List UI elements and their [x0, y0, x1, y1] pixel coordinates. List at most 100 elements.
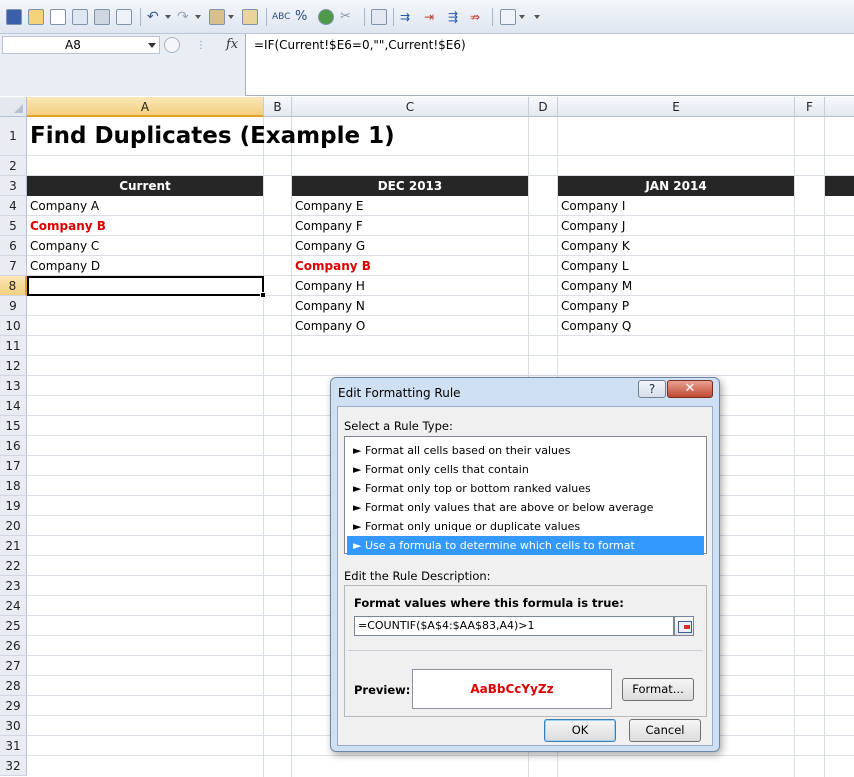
active-cell-a8[interactable] — [27, 276, 264, 296]
show-formulas-dropdown-icon[interactable] — [519, 9, 525, 25]
cell-a6[interactable]: Company C — [27, 236, 99, 256]
row-header[interactable]: 16 — [0, 436, 27, 456]
print-icon[interactable] — [94, 9, 110, 25]
customize-icon[interactable] — [534, 9, 540, 25]
row-header[interactable]: 31 — [0, 736, 27, 756]
row-header[interactable]: 27 — [0, 656, 27, 676]
cell-a7[interactable]: Company D — [27, 256, 100, 276]
row-header[interactable]: 15 — [0, 416, 27, 436]
column-header-b[interactable]: B — [264, 97, 292, 117]
cell-c4[interactable]: Company E — [292, 196, 363, 216]
new-icon[interactable] — [50, 9, 66, 25]
hyperlink-icon[interactable] — [318, 9, 334, 25]
row-header[interactable]: 29 — [0, 696, 27, 716]
formula-input[interactable]: =IF(Current!$E6=0,"",Current!$E6) — [254, 38, 466, 52]
cell-e4[interactable]: Company I — [558, 196, 625, 216]
row-header[interactable]: 18 — [0, 476, 27, 496]
redo-dropdown-icon[interactable] — [195, 9, 201, 25]
row-header[interactable]: 22 — [0, 556, 27, 576]
row-header[interactable]: 24 — [0, 596, 27, 616]
format-button[interactable]: Format... — [622, 678, 694, 701]
dialog-titlebar[interactable]: Edit Formatting Rule ? ✕ — [331, 378, 719, 406]
cell-c5[interactable]: Company F — [292, 216, 363, 236]
collapse-dialog-icon[interactable] — [674, 616, 694, 636]
cell-a4[interactable]: Company A — [27, 196, 99, 216]
row-header[interactable]: 17 — [0, 456, 27, 476]
row-header[interactable]: 11 — [0, 336, 27, 356]
save-icon[interactable] — [6, 9, 22, 25]
ok-button[interactable]: OK — [544, 719, 616, 742]
trace-precedents-icon[interactable]: ⇉ — [400, 9, 416, 25]
cell-e8[interactable]: Company M — [558, 276, 632, 296]
undo-dropdown-icon[interactable] — [165, 9, 171, 25]
find-icon[interactable] — [116, 9, 132, 25]
cell-e7[interactable]: Company L — [558, 256, 629, 276]
cell-c7-duplicate[interactable]: Company B — [292, 256, 371, 276]
cell-e6[interactable]: Company K — [558, 236, 630, 256]
column-header-c[interactable]: C — [292, 97, 529, 117]
column-header-g[interactable] — [825, 97, 854, 117]
percent-icon[interactable]: % — [295, 9, 311, 25]
remove-hyperlink-icon[interactable]: ✂ — [340, 9, 356, 25]
row-header[interactable]: 26 — [0, 636, 27, 656]
fill-handle[interactable] — [260, 292, 266, 298]
cell-c6[interactable]: Company G — [292, 236, 365, 256]
redo-icon[interactable]: ↷ — [177, 9, 193, 25]
row-header[interactable]: 28 — [0, 676, 27, 696]
trace-dependents-icon[interactable]: ⇶ — [448, 9, 464, 25]
copy-icon[interactable] — [242, 9, 258, 25]
formula-bar-resize-icon[interactable] — [164, 37, 180, 53]
column-header-d[interactable]: D — [529, 97, 558, 117]
rule-type-list[interactable]: ► Format all cells based on their values… — [344, 436, 707, 555]
row-header[interactable]: 14 — [0, 396, 27, 416]
row-header[interactable]: 9 — [0, 296, 27, 316]
column-header-f[interactable]: F — [795, 97, 825, 117]
print-preview-icon[interactable] — [72, 9, 88, 25]
remove-arrows-icon[interactable]: ⇥ — [424, 9, 440, 25]
row-header[interactable]: 20 — [0, 516, 27, 536]
rule-type-item-selected[interactable]: ► Use a formula to determine which cells… — [347, 536, 704, 555]
sheet-title[interactable]: Find Duplicates (Example 1) — [30, 123, 395, 149]
spelling-icon[interactable]: ABC — [272, 9, 290, 25]
row-header[interactable]: 3 — [0, 176, 27, 196]
remove-dependent-arrows-icon[interactable]: ⇏ — [470, 9, 486, 25]
row-header[interactable]: 10 — [0, 316, 27, 336]
row-header[interactable]: 5 — [0, 216, 27, 236]
row-header[interactable]: 32 — [0, 756, 27, 776]
row-header[interactable]: 6 — [0, 236, 27, 256]
undo-icon[interactable]: ↶ — [147, 9, 163, 25]
cell-e9[interactable]: Company P — [558, 296, 629, 316]
help-button[interactable]: ? — [638, 380, 666, 398]
cell-c8[interactable]: Company H — [292, 276, 365, 296]
cell-e5[interactable]: Company J — [558, 216, 625, 236]
formula-bar-splitter-icon[interactable]: ⋮ — [196, 40, 207, 51]
rule-type-item[interactable]: ► Format only top or bottom ranked value… — [347, 479, 704, 498]
rule-formula-input[interactable]: =COUNTIF($A$4:$AA$83,A4)>1 — [354, 616, 674, 636]
header-jan-2014[interactable]: JAN 2014 — [558, 176, 794, 196]
row-header[interactable]: 2 — [0, 156, 27, 176]
row-header[interactable]: 19 — [0, 496, 27, 516]
rule-type-item[interactable]: ► Format only unique or duplicate values — [347, 517, 704, 536]
rule-type-item[interactable]: ► Format all cells based on their values — [347, 441, 704, 460]
row-header[interactable]: 23 — [0, 576, 27, 596]
select-all-button[interactable] — [0, 97, 27, 117]
row-header[interactable]: 30 — [0, 716, 27, 736]
name-box-dropdown-icon[interactable] — [148, 43, 156, 48]
header-dec-2013[interactable]: DEC 2013 — [292, 176, 528, 196]
open-icon[interactable] — [28, 9, 44, 25]
cancel-button[interactable]: Cancel — [629, 719, 701, 742]
show-formulas-icon[interactable] — [500, 9, 516, 25]
cell-c9[interactable]: Company N — [292, 296, 365, 316]
cell-c10[interactable]: Company O — [292, 316, 365, 336]
close-button[interactable]: ✕ — [667, 380, 713, 398]
row-header[interactable]: 13 — [0, 376, 27, 396]
rule-type-item[interactable]: ► Format only values that are above or b… — [347, 498, 704, 517]
column-header-a[interactable]: A — [27, 97, 264, 117]
rule-type-item[interactable]: ► Format only cells that contain — [347, 460, 704, 479]
cell-a5-duplicate[interactable]: Company B — [27, 216, 106, 236]
row-header-active[interactable]: 8 — [0, 276, 27, 296]
row-header[interactable]: 21 — [0, 536, 27, 556]
insert-function-icon[interactable]: fx — [226, 37, 238, 52]
row-header[interactable]: 12 — [0, 356, 27, 376]
header-current[interactable]: Current — [27, 176, 263, 196]
